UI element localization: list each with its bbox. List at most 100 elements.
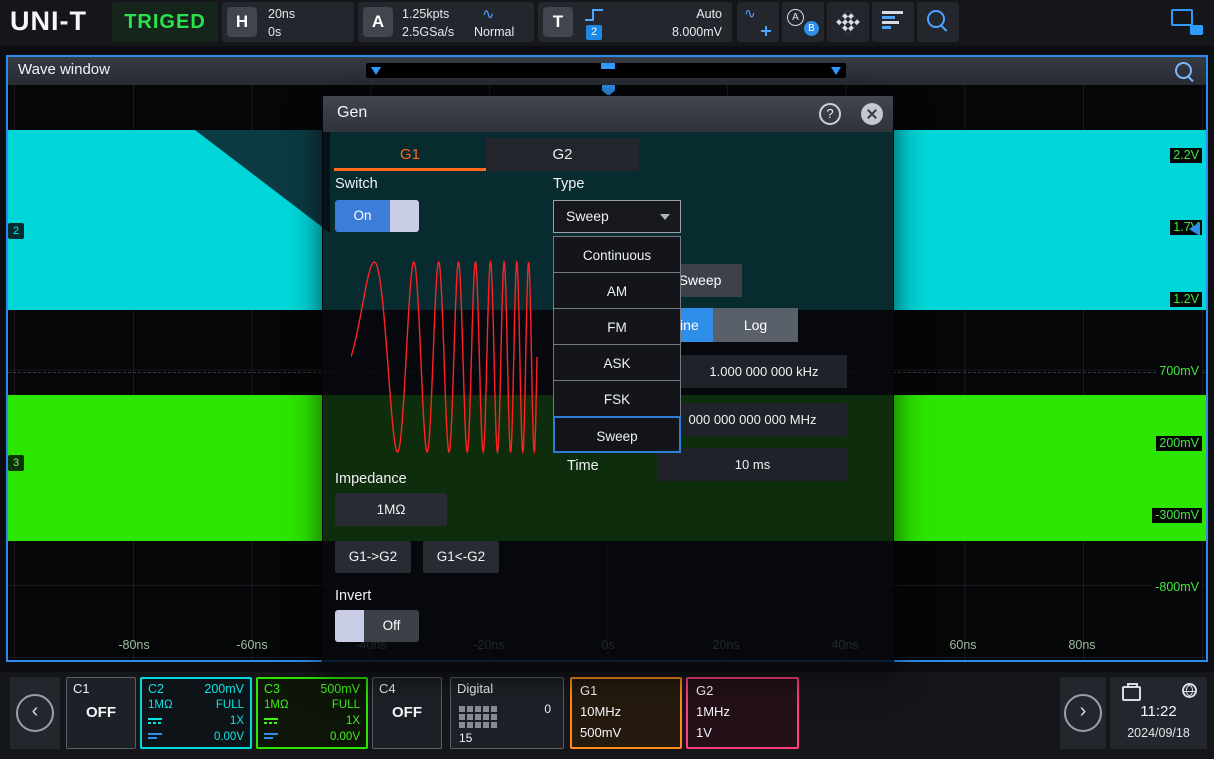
- sweep-scale-log-button[interactable]: Log: [713, 308, 798, 342]
- prev-page-button[interactable]: ‹: [10, 677, 60, 749]
- channel2-scale: 200mV: [204, 682, 244, 696]
- search-button[interactable]: [917, 2, 959, 42]
- gen-dialog-titlebar[interactable]: Gen ?: [323, 96, 893, 132]
- copy-g1-to-g2-button[interactable]: G1->G2: [335, 541, 411, 573]
- window-outline-icon: [1171, 9, 1193, 26]
- digital-bit-square: [467, 714, 473, 720]
- clock-time: 11:22: [1110, 703, 1207, 720]
- channel4-box[interactable]: C4 OFF: [372, 677, 442, 749]
- sweep-stop-freq-field[interactable]: 000 000 000 000 MHz: [658, 403, 847, 436]
- type-option-sweep[interactable]: Sweep: [553, 416, 681, 453]
- pan-zoom-waveform-button[interactable]: ∿: [737, 2, 779, 42]
- trigger-settings-button[interactable]: T 2 Auto 8.000mV: [538, 2, 732, 42]
- invert-off-segment[interactable]: Off: [364, 610, 419, 642]
- generator2-amplitude: 1V: [696, 725, 712, 740]
- channel3-bandwidth: FULL: [332, 699, 360, 711]
- type-option-fm[interactable]: FM: [553, 308, 681, 345]
- invert-track[interactable]: [335, 610, 364, 642]
- switch-track[interactable]: [390, 200, 419, 232]
- horizontal-settings-button[interactable]: H 20ns 0s: [222, 2, 354, 42]
- type-value: Sweep: [566, 201, 609, 232]
- generator1-freq: 10MHz: [580, 704, 621, 719]
- generator1-name: G1: [580, 683, 597, 698]
- channel1-box[interactable]: C1 OFF: [66, 677, 136, 749]
- sweep-time-field[interactable]: 10 ms: [658, 448, 847, 481]
- tiles-view-button[interactable]: [827, 2, 869, 42]
- help-button[interactable]: ?: [819, 103, 841, 125]
- channel2-name: C2: [148, 682, 164, 696]
- channel2-offset: 0.00V: [214, 731, 244, 743]
- generator2-box[interactable]: G2 1MHz 1V: [686, 677, 799, 749]
- waveform-icon: ∿: [744, 5, 756, 22]
- print-icon: [1122, 686, 1141, 701]
- top-toolbar: UNI-T TRIGED H 20ns 0s A 1.25kpts 2.5GSa…: [0, 0, 1214, 46]
- acquire-mode: Normal: [474, 25, 514, 39]
- scroll-handle[interactable]: [601, 63, 615, 69]
- invert-toggle[interactable]: Off: [335, 610, 419, 642]
- channel3-scale: 500mV: [320, 682, 360, 696]
- zoom-icon[interactable]: [1175, 62, 1192, 79]
- crosshair-icon: [761, 26, 771, 36]
- brand-logo: UNI-T: [10, 6, 87, 37]
- horizontal-scrollbar[interactable]: [366, 63, 846, 78]
- search-icon: [927, 10, 945, 28]
- sweep-time-label: Time: [567, 458, 599, 474]
- close-button[interactable]: [861, 103, 883, 125]
- ab-compare-button[interactable]: A B: [782, 2, 824, 42]
- generator1-amplitude: 500mV: [580, 725, 621, 740]
- signal-icon: [148, 733, 162, 745]
- channel1-name: C1: [73, 681, 90, 696]
- type-option-am[interactable]: AM: [553, 272, 681, 309]
- voltage-label: -800mV: [1152, 580, 1202, 595]
- clock-box[interactable]: 11:22 2024/09/18: [1110, 677, 1207, 749]
- dc-coupling-icon: [264, 718, 278, 730]
- time-label: 60ns: [949, 638, 976, 652]
- checker-tiles-icon: [836, 10, 860, 34]
- impedance-button[interactable]: 1MΩ: [335, 493, 447, 526]
- digital-bit-square: [459, 706, 465, 712]
- invert-label: Invert: [335, 588, 371, 604]
- impedance-label: Impedance: [335, 471, 407, 487]
- tab-g1[interactable]: G1: [334, 138, 486, 171]
- trigger-level-marker[interactable]: [1189, 222, 1200, 236]
- type-label: Type: [553, 176, 584, 192]
- tab-g2[interactable]: G2: [486, 138, 639, 171]
- copy-g2-to-g1-button[interactable]: G1<-G2: [423, 541, 499, 573]
- scroll-left-icon[interactable]: [371, 67, 381, 75]
- trigger-level: 8.000mV: [672, 25, 722, 39]
- channel3-name: C3: [264, 682, 280, 696]
- digital-bit-square: [483, 722, 489, 728]
- switch-on-segment[interactable]: On: [335, 200, 390, 232]
- memory-depth: 1.25kpts: [402, 7, 449, 21]
- clock-date: 2024/09/18: [1110, 726, 1207, 740]
- multi-window-button[interactable]: [1168, 5, 1206, 39]
- switch-label: Switch: [335, 176, 378, 192]
- chevron-left-icon: ‹: [16, 694, 54, 732]
- type-option-ask[interactable]: ASK: [553, 344, 681, 381]
- sweep-start-freq-field[interactable]: 1.000 000 000 kHz: [681, 355, 847, 388]
- time-label: -80ns: [118, 638, 149, 652]
- levels-button[interactable]: [872, 2, 914, 42]
- acquire-key: A: [363, 7, 393, 37]
- digital-channels-box[interactable]: Digital 0 15: [450, 677, 564, 749]
- channel3-box[interactable]: C3 500mV 1MΩ FULL 1X 0.00V: [256, 677, 368, 749]
- generator1-box[interactable]: G1 10MHz 500mV: [570, 677, 682, 749]
- acquire-settings-button[interactable]: A 1.25kpts 2.5GSa/s ∿ Normal: [358, 2, 534, 42]
- gen-preview-wave: [351, 256, 539, 459]
- signal-icon: [264, 733, 278, 745]
- scroll-right-icon[interactable]: [831, 67, 841, 75]
- switch-toggle[interactable]: On: [335, 200, 419, 232]
- type-option-continuous[interactable]: Continuous: [553, 236, 681, 273]
- type-option-fsk[interactable]: FSK: [553, 380, 681, 417]
- trigger-key: T: [543, 7, 573, 37]
- channel4-state: OFF: [373, 704, 441, 721]
- digital-bit-square: [491, 714, 497, 720]
- next-page-button[interactable]: ›: [1060, 677, 1106, 749]
- type-dropdown[interactable]: Sweep: [553, 200, 681, 233]
- digital-bit-square: [459, 714, 465, 720]
- generator2-name: G2: [696, 683, 713, 698]
- channel2-box[interactable]: C2 200mV 1MΩ FULL 1X 0.00V: [140, 677, 252, 749]
- channel3-marker[interactable]: 3: [8, 455, 24, 471]
- horizontal-offset: 0s: [268, 25, 281, 39]
- channel2-marker[interactable]: 2: [8, 223, 24, 239]
